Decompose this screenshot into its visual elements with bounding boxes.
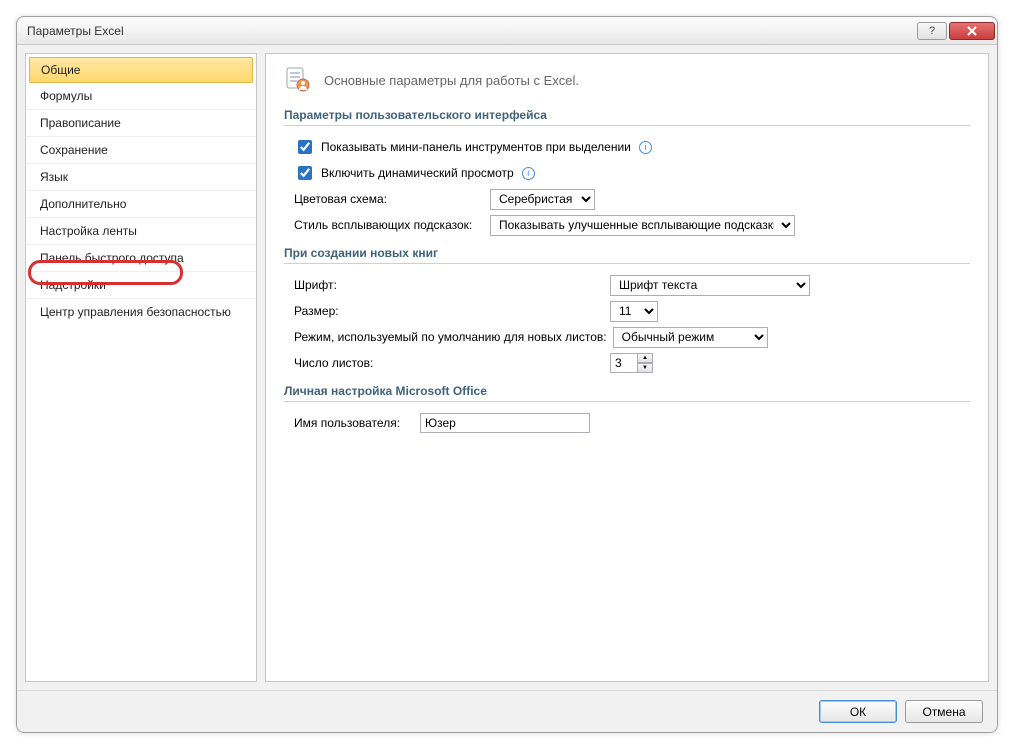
sidebar-item-language[interactable]: Язык — [26, 164, 256, 191]
checkbox-show-mini-toolbar[interactable] — [298, 140, 312, 154]
spinner-sheet-count: ▲ ▼ — [610, 353, 653, 373]
select-font[interactable]: Шрифт текста — [610, 275, 810, 296]
label-live-preview: Включить динамический просмотр — [321, 166, 514, 180]
spin-up[interactable]: ▲ — [637, 353, 653, 363]
info-icon[interactable]: i — [522, 167, 535, 180]
page-heading: Основные параметры для работы с Excel. — [284, 66, 970, 94]
close-button[interactable] — [949, 22, 995, 40]
sidebar-item-customize-ribbon[interactable]: Настройка ленты — [26, 218, 256, 245]
input-username[interactable] — [420, 413, 590, 433]
label-username: Имя пользователя: — [294, 416, 414, 430]
page-heading-text: Основные параметры для работы с Excel. — [324, 73, 579, 88]
sidebar-item-addins[interactable]: Надстройки — [26, 272, 256, 299]
window-title: Параметры Excel — [27, 24, 915, 38]
label-default-view: Режим, используемый по умолчанию для нов… — [294, 330, 607, 344]
titlebar: Параметры Excel ? — [17, 17, 997, 45]
cancel-button[interactable]: Отмена — [905, 700, 983, 723]
label-font: Шрифт: — [294, 278, 604, 292]
ok-button[interactable]: ОК — [819, 700, 897, 723]
label-sheet-count: Число листов: — [294, 356, 604, 370]
sidebar-item-save[interactable]: Сохранение — [26, 137, 256, 164]
main-panel: Основные параметры для работы с Excel. П… — [265, 53, 989, 682]
help-button[interactable]: ? — [917, 22, 947, 40]
label-size: Размер: — [294, 304, 604, 318]
select-default-view[interactable]: Обычный режим — [613, 327, 768, 348]
label-show-mini-toolbar: Показывать мини-панель инструментов при … — [321, 140, 631, 154]
sidebar-item-proofing[interactable]: Правописание — [26, 110, 256, 137]
dialog-footer: ОК Отмена — [17, 690, 997, 732]
sidebar-item-general[interactable]: Общие — [29, 57, 253, 83]
sidebar-item-formulas[interactable]: Формулы — [26, 83, 256, 110]
sidebar-item-quick-access[interactable]: Панель быстрого доступа — [26, 245, 256, 272]
info-icon[interactable]: i — [639, 141, 652, 154]
category-sidebar: Общие Формулы Правописание Сохранение Яз… — [25, 53, 257, 682]
section-ui-title: Параметры пользовательского интерфейса — [284, 108, 970, 126]
select-size[interactable]: 11 — [610, 301, 658, 322]
section-newbook-title: При создании новых книг — [284, 246, 970, 264]
options-icon — [284, 66, 312, 94]
select-tooltip-style[interactable]: Показывать улучшенные всплывающие подска… — [490, 215, 795, 236]
checkbox-live-preview[interactable] — [298, 166, 312, 180]
sidebar-item-advanced[interactable]: Дополнительно — [26, 191, 256, 218]
section-personal-title: Личная настройка Microsoft Office — [284, 384, 970, 402]
sidebar-item-trust-center[interactable]: Центр управления безопасностью — [26, 299, 256, 325]
label-color-scheme: Цветовая схема: — [294, 192, 484, 206]
spin-down[interactable]: ▼ — [637, 363, 653, 373]
input-sheet-count[interactable] — [610, 353, 638, 373]
options-dialog: Параметры Excel ? Общие Формулы Правопис… — [16, 16, 998, 733]
label-tooltip-style: Стиль всплывающих подсказок: — [294, 218, 484, 232]
select-color-scheme[interactable]: Серебристая — [490, 189, 595, 210]
